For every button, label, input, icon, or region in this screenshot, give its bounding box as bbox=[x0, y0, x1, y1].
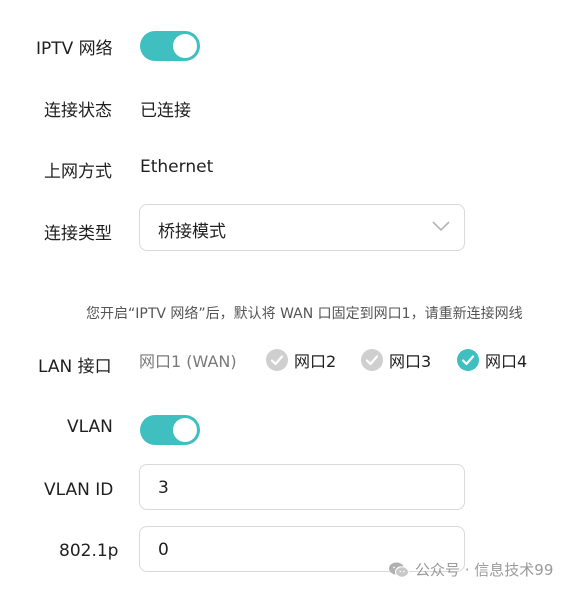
lan-port-2-label: 网口2 bbox=[294, 352, 337, 371]
lan-port-1: 网口1 (WAN) bbox=[139, 349, 237, 371]
iptv-toggle[interactable] bbox=[140, 31, 200, 61]
vlan-id-label: VLAN ID bbox=[44, 480, 114, 500]
checkbox-unchecked-icon[interactable] bbox=[361, 349, 383, 371]
checkbox-unchecked-icon[interactable] bbox=[266, 349, 288, 371]
vlan-toggle[interactable] bbox=[140, 415, 200, 445]
vlan-id-input[interactable]: 3 bbox=[139, 464, 465, 510]
access-method-value: Ethernet bbox=[140, 157, 214, 177]
connection-type-selected: 桥接模式 bbox=[158, 222, 226, 242]
lan-port-4-label: 网口4 bbox=[485, 352, 528, 371]
priority-value: 0 bbox=[158, 540, 169, 560]
chevron-down-icon bbox=[432, 221, 450, 232]
vlan-toggle-knob bbox=[173, 418, 197, 442]
lan-port-3-label: 网口3 bbox=[389, 352, 432, 371]
iptv-hint-text: 您开启“IPTV 网络”后，默认将 WAN 口固定到网口1，请重新连接网线 bbox=[86, 306, 523, 322]
lan-port-3[interactable]: 网口3 bbox=[361, 349, 431, 371]
lan-ports-label: LAN 接口 bbox=[38, 357, 112, 377]
wechat-icon bbox=[389, 562, 409, 578]
connection-status-value: 已连接 bbox=[140, 101, 191, 121]
iptv-label: IPTV 网络 bbox=[36, 39, 113, 59]
connection-type-select[interactable]: 桥接模式 bbox=[139, 204, 465, 251]
iptv-toggle-knob bbox=[173, 34, 197, 58]
access-method-label: 上网方式 bbox=[44, 162, 112, 182]
iptv-settings-page: IPTV 网络 连接状态 已连接 上网方式 Ethernet 连接类型 桥接模式… bbox=[0, 0, 581, 592]
watermark-text: 公众号 · 信息技术99 bbox=[415, 561, 554, 579]
priority-label: 802.1p bbox=[59, 541, 119, 561]
lan-port-1-label: 网口1 (WAN) bbox=[139, 352, 237, 371]
lan-port-4[interactable]: 网口4 bbox=[457, 349, 527, 371]
checkbox-checked-icon[interactable] bbox=[457, 349, 479, 371]
connection-type-label: 连接类型 bbox=[44, 224, 112, 244]
connection-status-label: 连接状态 bbox=[44, 101, 112, 121]
lan-port-2[interactable]: 网口2 bbox=[266, 349, 336, 371]
watermark: 公众号 · 信息技术99 bbox=[388, 559, 553, 580]
vlan-label: VLAN bbox=[67, 417, 113, 437]
vlan-id-value: 3 bbox=[158, 478, 169, 498]
